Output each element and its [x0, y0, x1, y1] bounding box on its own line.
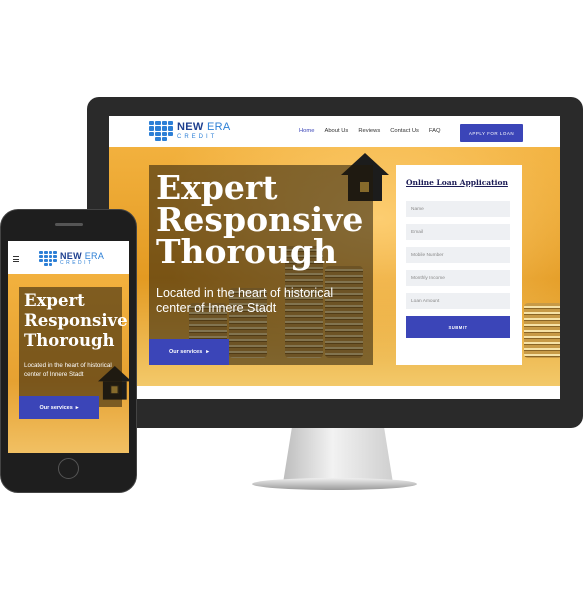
logo-word-new: NEW [177, 121, 204, 133]
desktop-header: NEW ERA CREDIT Home About Us Reviews Con… [109, 116, 560, 148]
nav-item-about-us[interactable]: About Us [324, 128, 348, 134]
chevron-right-icon: ▸ [75, 404, 79, 411]
name-field[interactable]: Name [406, 201, 510, 217]
phone-speaker [55, 223, 83, 226]
logo-word-era: ERA [206, 121, 231, 133]
monitor-stand [283, 428, 393, 483]
our-services-button[interactable]: Our services ▸ [149, 339, 229, 365]
form-title: Online Loan Application [406, 178, 508, 187]
our-services-label: Our services [168, 349, 203, 355]
logo-word-era: ERA [84, 250, 105, 261]
hero-subtitle: Located in the heart of historical cente… [156, 286, 334, 315]
submit-button[interactable]: SUBMIT [406, 316, 510, 338]
hero-heading-line: Thorough [24, 331, 115, 350]
logo-mark-icon [149, 121, 173, 141]
desktop-hero: Expert Responsive Thorough Located in th… [109, 147, 560, 386]
monitor-base [252, 478, 417, 490]
mobile-header: NEW ERA CREDIT [8, 241, 129, 274]
logo-word-credit: CREDIT [177, 134, 218, 140]
loan-application-form: Online Loan Application Name Email Mobil… [396, 165, 522, 365]
mobile-logo[interactable]: NEW ERA CREDIT [39, 251, 104, 266]
nav-item-contact-us[interactable]: Contact Us [390, 128, 419, 134]
logo-word-credit: CREDIT [60, 259, 94, 266]
our-services-label: Our services [39, 404, 73, 411]
mobile-our-services-button[interactable]: Our services ▸ [19, 396, 99, 419]
mobile-hero-heading: Expert Responsive Thorough [24, 291, 128, 351]
monthly-income-field[interactable]: Monthly Income [406, 270, 510, 286]
email-field[interactable]: Email [406, 224, 510, 240]
logo-word-new: NEW [60, 250, 82, 261]
hero-heading-line: Thorough [156, 232, 338, 271]
hero-heading-line: Expert [24, 291, 85, 310]
apply-for-loan-button[interactable]: APPLY FOR LOAN [460, 124, 523, 142]
desktop-screen: NEW ERA CREDIT Home About Us Reviews Con… [109, 116, 560, 399]
nav-item-reviews[interactable]: Reviews [358, 128, 380, 134]
mobile-number-field[interactable]: Mobile Number [406, 247, 510, 263]
nav-item-faq[interactable]: FAQ [429, 128, 441, 134]
hero-heading: Expert Responsive Thorough [156, 171, 363, 271]
logo-mark-icon [39, 251, 57, 266]
chevron-right-icon: ▸ [206, 349, 210, 355]
hero-heading-line: Responsive [24, 311, 128, 330]
coin-stack-image [524, 303, 560, 358]
mobile-hero-subtitle: Located in the heart of historical cente… [24, 362, 112, 378]
mobile-phone: NEW ERA CREDIT Expert Responsive Thoroug… [0, 209, 137, 493]
desktop-main-menu: Home About Us Reviews Contact Us FAQ [299, 128, 451, 134]
mobile-screen: NEW ERA CREDIT Expert Responsive Thoroug… [8, 241, 129, 453]
phone-home-button[interactable] [58, 458, 79, 479]
desktop-logo[interactable]: NEW ERA CREDIT [149, 121, 230, 141]
desktop-monitor: NEW ERA CREDIT Home About Us Reviews Con… [87, 97, 583, 428]
loan-amount-field[interactable]: Loan Amount [406, 293, 510, 309]
nav-item-home[interactable]: Home [299, 128, 314, 134]
hamburger-icon[interactable] [13, 256, 19, 262]
